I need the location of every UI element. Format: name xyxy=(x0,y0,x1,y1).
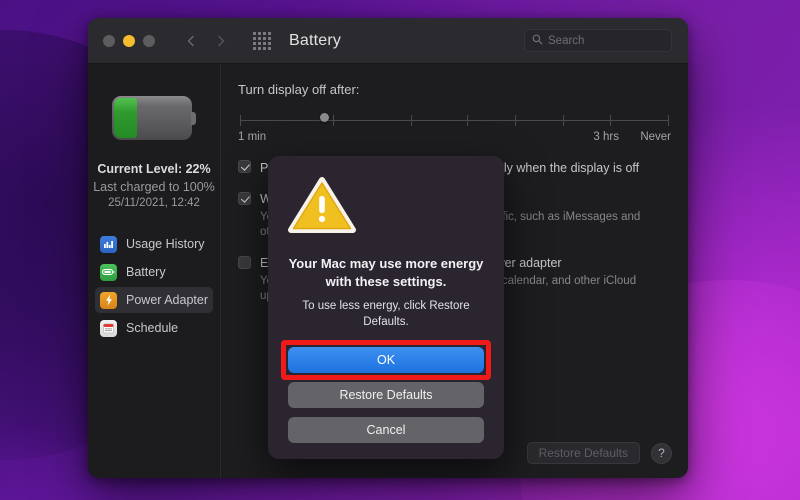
slider-mid-label: 3 hrs xyxy=(593,131,619,143)
power-adapter-icon xyxy=(100,291,117,309)
warning-triangle-icon xyxy=(288,176,484,241)
dialog-title: Your Mac may use more energy with these … xyxy=(288,256,484,289)
dialog-restore-defaults-button[interactable]: Restore Defaults xyxy=(288,381,484,408)
battery-terminal xyxy=(191,112,196,125)
checkbox-prevent-sleep[interactable] xyxy=(238,160,251,173)
display-off-slider[interactable]: 1 min 3 hrs Never xyxy=(238,111,671,145)
sidebar-item-usage-history[interactable]: Usage History xyxy=(95,231,213,257)
help-button[interactable]: ? xyxy=(651,442,672,464)
checkbox-power-nap[interactable] xyxy=(238,255,251,269)
sidebar-item-label: Schedule xyxy=(126,321,179,335)
slider-max-label: Never xyxy=(640,131,671,143)
display-off-label: Turn display off after: xyxy=(238,82,360,97)
slider-min-label: 1 min xyxy=(238,131,267,143)
forward-chevron-icon[interactable] xyxy=(215,35,227,47)
energy-warning-dialog: Your Mac may use more energy with these … xyxy=(268,156,504,459)
dialog-message: To use less energy, click Restore Defaul… xyxy=(302,300,470,328)
maximize-window-button[interactable] xyxy=(143,34,155,47)
sidebar-item-label: Usage History xyxy=(126,237,205,251)
slider-tick xyxy=(411,115,413,126)
battery-body xyxy=(112,96,192,140)
slider-tick xyxy=(333,115,335,126)
sidebar-item-schedule[interactable]: Schedule xyxy=(95,315,213,341)
battery-charge-fill xyxy=(114,98,138,138)
checkbox-wake-for-network[interactable] xyxy=(238,192,251,205)
ok-button-wrapper: OK xyxy=(281,339,491,380)
traffic-light-group xyxy=(103,34,155,47)
sidebar-item-label: Power Adapter xyxy=(126,293,208,307)
slider-tick xyxy=(562,115,564,126)
last-charged-label: Last charged to 100% xyxy=(93,180,215,194)
page-title: Battery xyxy=(289,31,342,49)
navigation-buttons xyxy=(185,35,227,47)
sidebar-nav-list: Usage History Battery Power Adapter Sche… xyxy=(88,231,220,341)
sidebar-item-power-adapter[interactable]: Power Adapter xyxy=(95,287,213,313)
back-chevron-icon[interactable] xyxy=(185,35,197,47)
last-charged-date: 25/11/2021, 12:42 xyxy=(108,197,200,209)
system-preferences-window: Battery Search Current Level: 22% Last c… xyxy=(88,18,688,478)
search-input[interactable]: Search xyxy=(524,29,672,52)
ok-button[interactable]: OK xyxy=(288,346,484,373)
sidebar-item-label: Battery xyxy=(126,265,166,279)
current-level-label: Current Level: 22% xyxy=(97,162,211,176)
slider-track xyxy=(240,120,669,121)
window-body: Current Level: 22% Last charged to 100% … xyxy=(88,64,688,478)
usage-history-icon xyxy=(100,235,117,253)
battery-icon xyxy=(100,263,117,281)
battery-status-graphic xyxy=(112,96,196,140)
sidebar: Current Level: 22% Last charged to 100% … xyxy=(88,64,221,478)
schedule-icon xyxy=(100,319,117,337)
dialog-cancel-button[interactable]: Cancel xyxy=(288,416,484,443)
grid-view-icon[interactable] xyxy=(253,31,271,50)
search-placeholder: Search xyxy=(548,34,585,47)
sidebar-item-battery[interactable]: Battery xyxy=(95,259,213,285)
minimize-window-button[interactable] xyxy=(123,34,135,47)
desktop-background: Battery Search Current Level: 22% Last c… xyxy=(0,0,800,500)
slider-tick xyxy=(515,115,517,126)
search-icon xyxy=(532,32,543,50)
slider-tick xyxy=(610,115,612,126)
slider-tick xyxy=(467,115,469,126)
bottom-toolbar: Restore Defaults ? xyxy=(526,442,672,464)
slider-tick xyxy=(240,115,241,126)
window-titlebar: Battery Search xyxy=(88,18,688,64)
restore-defaults-button[interactable]: Restore Defaults xyxy=(526,442,640,464)
close-window-button[interactable] xyxy=(103,34,115,47)
slider-tick xyxy=(668,115,669,126)
